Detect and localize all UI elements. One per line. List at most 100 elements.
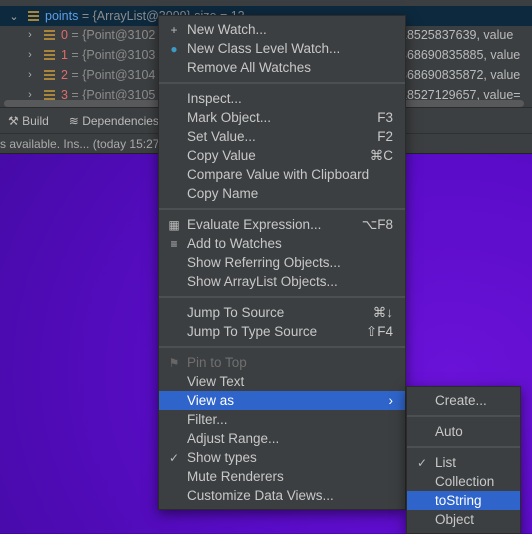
checkmark-icon: ✓ <box>416 455 428 470</box>
separator <box>159 77 405 89</box>
chevron-right-icon[interactable]: › <box>24 49 36 61</box>
label: List <box>435 455 457 470</box>
label: Adjust Range... <box>187 431 280 446</box>
separator <box>159 203 405 215</box>
menu-item-add-to-watches[interactable]: ≡ Add to Watches <box>159 234 405 253</box>
class-watch-icon: ● <box>170 41 178 56</box>
label: Filter... <box>187 412 228 427</box>
label: Create... <box>435 393 487 408</box>
label: toString <box>435 493 482 508</box>
menu-item-show-referring[interactable]: Show Referring Objects... <box>159 253 405 272</box>
menu-item-compare-clipboard[interactable]: Compare Value with Clipboard <box>159 165 405 184</box>
label: Set Value... <box>187 129 256 144</box>
watches-icon: ≡ <box>170 236 178 251</box>
element-index: 0 <box>61 28 68 42</box>
chevron-right-icon[interactable]: › <box>24 69 36 81</box>
dependencies-tab[interactable]: ≋ Dependencies <box>69 114 159 128</box>
element-value-tail: 368690835872, value <box>400 68 521 82</box>
label: View Text <box>187 374 245 389</box>
shortcut: F3 <box>377 110 393 125</box>
checkmark-icon: ✓ <box>168 450 180 465</box>
hammer-icon: ⚒ <box>8 113 19 128</box>
label: Mute Renderers <box>187 469 284 484</box>
label: Copy Value <box>187 148 256 163</box>
shortcut: F2 <box>377 129 393 144</box>
field-icon <box>44 50 55 60</box>
label: Show Referring Objects... <box>187 255 341 270</box>
layers-icon: ≋ <box>68 113 79 128</box>
label: Evaluate Expression... <box>187 217 322 232</box>
status-text[interactable]: s available. Ins... (today 15:27) <box>0 137 163 151</box>
element-index: 2 <box>61 68 68 82</box>
menu-item-remove-all-watches[interactable]: Remove All Watches <box>159 58 405 77</box>
menu-item-customize-data-views[interactable]: Customize Data Views... <box>159 486 405 505</box>
shortcut: ⇧F4 <box>365 323 393 339</box>
label: View as <box>187 393 235 408</box>
chevron-down-icon[interactable]: ⌄ <box>8 10 20 23</box>
menu-item-adjust-range[interactable]: Adjust Range... <box>159 429 405 448</box>
submenu-item-collection[interactable]: Collection <box>407 472 520 491</box>
separator <box>407 410 520 422</box>
label: Inspect... <box>187 91 242 106</box>
menu-item-show-types[interactable]: ✓ Show types <box>159 448 405 467</box>
separator <box>159 291 405 303</box>
menu-item-mark-object[interactable]: Mark Object... F3 <box>159 108 405 127</box>
label: Jump To Type Source <box>187 324 318 339</box>
label: New Watch... <box>187 22 267 37</box>
build-tab[interactable]: ⚒ Build <box>8 114 49 128</box>
menu-item-copy-name[interactable]: Copy Name <box>159 184 405 203</box>
plus-icon: + <box>170 22 178 37</box>
submenu-item-auto[interactable]: Auto <box>407 422 520 441</box>
element-ref: {Point@3102 <box>82 28 156 42</box>
label: Show ArrayList Objects... <box>187 274 338 289</box>
calculator-icon: ▦ <box>168 217 180 232</box>
menu-item-copy-value[interactable]: Copy Value ⌘C <box>159 146 405 165</box>
menu-item-set-value[interactable]: Set Value... F2 <box>159 127 405 146</box>
submenu-item-tostring[interactable]: toString <box>407 491 520 510</box>
menu-item-evaluate-expression[interactable]: ▦ Evaluate Expression... ⌥F8 <box>159 215 405 234</box>
submenu-item-list[interactable]: ✓ List <box>407 453 520 472</box>
separator <box>407 441 520 453</box>
menu-item-inspect[interactable]: Inspect... <box>159 89 405 108</box>
menu-item-new-watch[interactable]: + New Watch... <box>159 20 405 39</box>
label: Add to Watches <box>187 236 282 251</box>
label: Auto <box>435 424 463 439</box>
field-icon <box>44 30 55 40</box>
field-icon <box>44 70 55 80</box>
shortcut: ⌘C <box>369 147 393 163</box>
element-value-tail: 368690835885, value <box>400 48 521 62</box>
separator <box>159 341 405 353</box>
submenu-item-create[interactable]: Create... <box>407 391 520 410</box>
menu-item-pin-to-top: ⚑ Pin to Top <box>159 353 405 372</box>
field-icon <box>44 90 55 100</box>
build-label: Build <box>22 113 49 128</box>
chevron-right-icon: › <box>388 393 394 408</box>
label: Collection <box>435 474 495 489</box>
menu-item-view-as[interactable]: View as › <box>159 391 405 410</box>
shortcut: ⌥F8 <box>361 216 393 232</box>
menu-item-new-class-watch[interactable]: ● New Class Level Watch... <box>159 39 405 58</box>
label: Object <box>435 512 475 527</box>
chevron-right-icon[interactable]: › <box>24 29 36 41</box>
menu-item-filter[interactable]: Filter... <box>159 410 405 429</box>
menu-item-view-text[interactable]: View Text <box>159 372 405 391</box>
element-ref: {Point@3103 <box>82 48 156 62</box>
view-as-submenu: Create... Auto ✓ List Collection toString… <box>406 386 521 534</box>
context-menu: + New Watch... ● New Class Level Watch... … <box>158 15 406 510</box>
field-icon <box>28 11 39 21</box>
label: Compare Value with Clipboard <box>187 167 370 182</box>
element-value-tail: 18525837639, value <box>400 28 514 42</box>
label: Show types <box>187 450 257 465</box>
label: Jump To Source <box>187 305 285 320</box>
menu-item-jump-to-source[interactable]: Jump To Source ⌘↓ <box>159 303 405 322</box>
label: Mark Object... <box>187 110 272 125</box>
label: Customize Data Views... <box>187 488 334 503</box>
menu-item-mute-renderers[interactable]: Mute Renderers <box>159 467 405 486</box>
menu-item-show-arraylist[interactable]: Show ArrayList Objects... <box>159 272 405 291</box>
submenu-item-object[interactable]: Object <box>407 510 520 529</box>
label: Remove All Watches <box>187 60 312 75</box>
label: Pin to Top <box>187 355 247 370</box>
menu-item-jump-to-type-source[interactable]: Jump To Type Source ⇧F4 <box>159 322 405 341</box>
label: Copy Name <box>187 186 259 201</box>
shortcut: ⌘↓ <box>372 304 393 320</box>
